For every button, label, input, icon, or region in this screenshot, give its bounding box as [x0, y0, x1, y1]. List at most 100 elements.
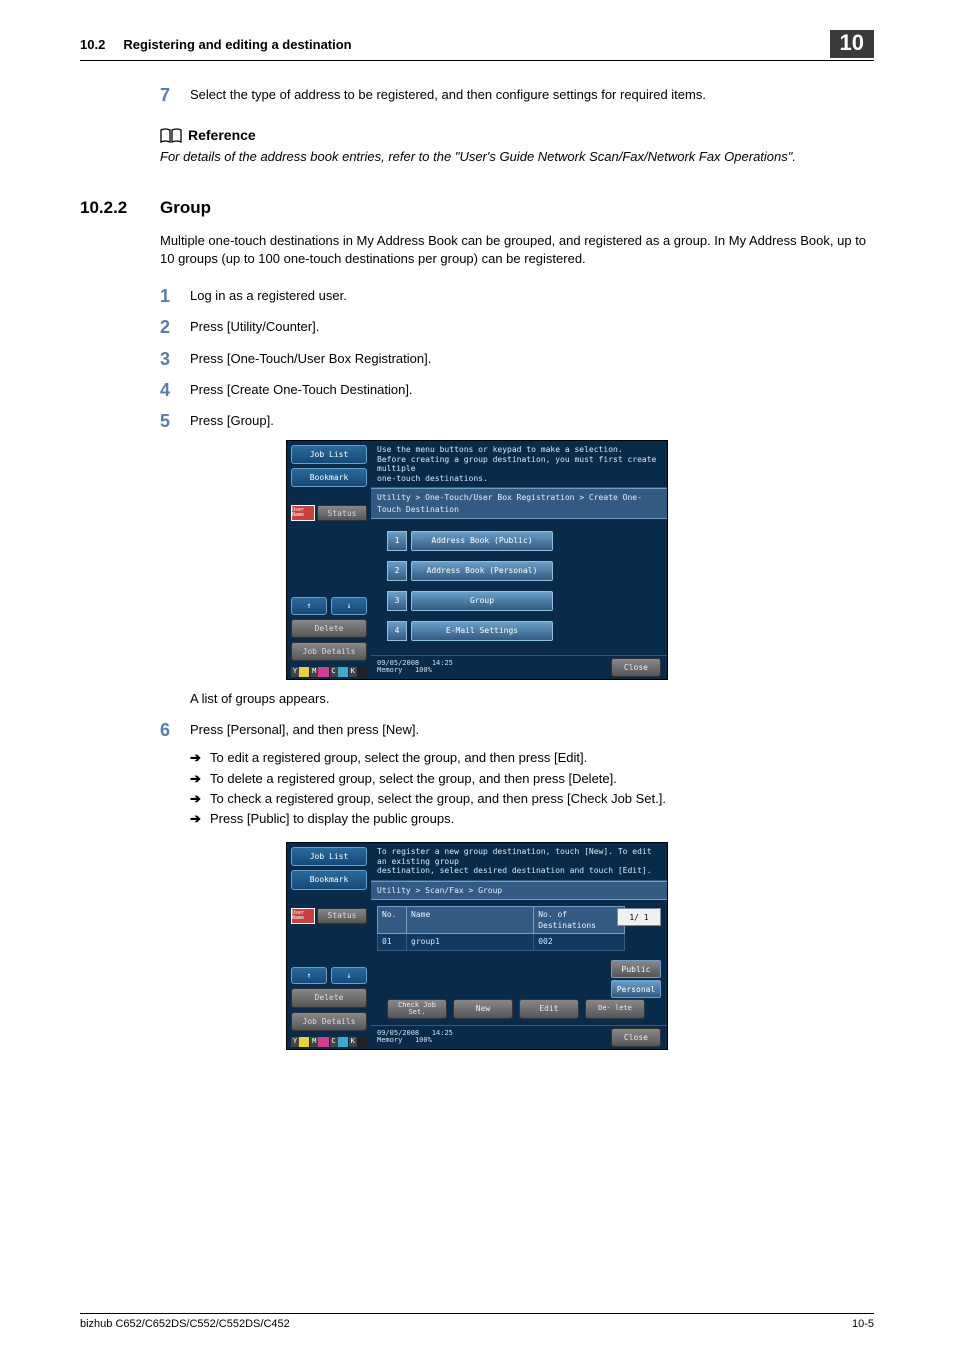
- panel-message: Use the menu buttons or keypad to make a…: [371, 441, 667, 488]
- step-text: Press [Create One-Touch Destination].: [190, 378, 413, 403]
- address-book-public-button[interactable]: Address Book (Public): [411, 531, 553, 551]
- cell-name: group1: [407, 934, 534, 949]
- step-4: 4 Press [Create One-Touch Destination].: [160, 378, 874, 403]
- new-button[interactable]: New: [453, 999, 513, 1019]
- step-text: Press [One-Touch/User Box Registration].: [190, 347, 431, 372]
- footer-left: bizhub C652/C652DS/C552/C552DS/C452: [80, 1318, 290, 1330]
- chapter-tab: 10: [830, 30, 874, 58]
- step-text: Press [Utility/Counter].: [190, 315, 319, 340]
- toner-c: C: [330, 1037, 338, 1047]
- col-dest: No. of Destinations: [534, 907, 624, 933]
- toner-y: Y: [291, 667, 299, 677]
- book-icon: [160, 128, 182, 144]
- after-step5-text: A list of groups appears.: [190, 690, 874, 708]
- page-footer: bizhub C652/C652DS/C552/C552DS/C452 10-5: [80, 1313, 874, 1330]
- step-number: 7: [160, 83, 190, 108]
- user-name-icon: User Name: [291, 908, 315, 924]
- delete-button[interactable]: Delete: [291, 619, 367, 638]
- toner-k: K: [349, 667, 357, 677]
- step-7: 7 Select the type of address to be regis…: [160, 83, 874, 108]
- memory-label: Memory: [377, 666, 402, 674]
- job-list-tab[interactable]: Job List: [291, 847, 367, 866]
- datetime-block: 09/05/2008 14:25 Memory 100%: [377, 660, 453, 675]
- toner-y: Y: [291, 1037, 299, 1047]
- sub-item: To check a registered group, select the …: [210, 790, 666, 808]
- menu-num-2: 2: [387, 561, 407, 581]
- reference-block: Reference For details of the address boo…: [160, 126, 874, 166]
- toner-m: M: [310, 667, 318, 677]
- step-number: 6: [160, 718, 190, 743]
- screenshot-group-list: Job List Bookmark User Name Status ↑ ↓ D…: [286, 842, 668, 1050]
- col-no: No.: [378, 907, 407, 933]
- delete-button[interactable]: Delete: [291, 988, 367, 1007]
- step-text: Select the type of address to be registe…: [190, 83, 706, 108]
- toner-k: K: [349, 1037, 357, 1047]
- address-book-personal-button[interactable]: Address Book (Personal): [411, 561, 553, 581]
- group-button[interactable]: Group: [411, 591, 553, 611]
- close-button[interactable]: Close: [611, 658, 661, 677]
- sub-item: To edit a registered group, select the g…: [210, 749, 587, 767]
- personal-toggle[interactable]: Personal: [611, 980, 661, 998]
- col-name: Name: [407, 907, 534, 933]
- reference-label: Reference: [188, 126, 256, 146]
- step-6: 6 Press [Personal], and then press [New]…: [160, 718, 874, 743]
- section-number: 10.2.2: [80, 196, 160, 220]
- step-number: 2: [160, 315, 190, 340]
- section-intro: Multiple one-touch destinations in My Ad…: [160, 232, 874, 268]
- check-job-set-button[interactable]: Check Job Set.: [387, 999, 447, 1019]
- toner-m: M: [310, 1037, 318, 1047]
- bookmark-tab[interactable]: Bookmark: [291, 468, 367, 487]
- time-value: 14:25: [432, 659, 453, 667]
- section-heading: 10.2.2 Group: [80, 196, 874, 220]
- delete-group-button[interactable]: De- lete: [585, 999, 645, 1019]
- step-text: Press [Group].: [190, 409, 274, 434]
- table-row[interactable]: 01 group1 002: [377, 934, 625, 950]
- footer-right: 10-5: [852, 1318, 874, 1330]
- header-title: 10.2 Registering and editing a destinati…: [80, 37, 352, 52]
- memory-label: Memory: [377, 1036, 402, 1044]
- step-number: 4: [160, 378, 190, 403]
- toner-levels: Y M C K: [291, 1037, 367, 1047]
- sub-item: Press [Public] to display the public gro…: [210, 810, 454, 828]
- sub-item: To delete a registered group, select the…: [210, 770, 617, 788]
- time-value: 14:25: [432, 1029, 453, 1037]
- down-arrow-button[interactable]: ↓: [331, 597, 367, 614]
- table-header: No. Name No. of Destinations: [377, 906, 625, 934]
- header-sec-title: Registering and editing a destination: [123, 37, 351, 52]
- panel-message: To register a new group destination, tou…: [371, 843, 667, 881]
- status-button[interactable]: Status: [317, 908, 367, 924]
- step-3: 3 Press [One-Touch/User Box Registration…: [160, 347, 874, 372]
- close-button[interactable]: Close: [611, 1028, 661, 1047]
- step-number: 3: [160, 347, 190, 372]
- up-arrow-button[interactable]: ↑: [291, 597, 327, 614]
- breadcrumb: Utility > Scan/Fax > Group: [371, 881, 667, 900]
- arrow-icon: ➔: [190, 810, 210, 828]
- menu-num-1: 1: [387, 531, 407, 551]
- status-button[interactable]: Status: [317, 505, 367, 521]
- up-arrow-button[interactable]: ↑: [291, 967, 327, 984]
- reference-body: For details of the address book entries,…: [160, 148, 874, 166]
- toner-c: C: [330, 667, 338, 677]
- header-sec-num: 10.2: [80, 37, 105, 52]
- step-number: 5: [160, 409, 190, 434]
- memory-pct: 100%: [415, 666, 432, 674]
- email-settings-button[interactable]: E-Mail Settings: [411, 621, 553, 641]
- job-details-button[interactable]: Job Details: [291, 642, 367, 661]
- page-header: 10.2 Registering and editing a destinati…: [80, 30, 874, 61]
- job-list-tab[interactable]: Job List: [291, 445, 367, 464]
- bookmark-tab[interactable]: Bookmark: [291, 870, 367, 889]
- edit-button[interactable]: Edit: [519, 999, 579, 1019]
- step-2: 2 Press [Utility/Counter].: [160, 315, 874, 340]
- down-arrow-button[interactable]: ↓: [331, 967, 367, 984]
- datetime-block: 09/05/2008 14:25 Memory 100%: [377, 1030, 453, 1045]
- cell-dest: 002: [534, 934, 624, 949]
- job-details-button[interactable]: Job Details: [291, 1012, 367, 1031]
- menu-num-3: 3: [387, 591, 407, 611]
- arrow-icon: ➔: [190, 790, 210, 808]
- menu-num-4: 4: [387, 621, 407, 641]
- step-6-sublist: ➔To edit a registered group, select the …: [190, 749, 874, 828]
- page-indicator: 1/ 1: [617, 908, 661, 926]
- breadcrumb: Utility > One-Touch/User Box Registratio…: [371, 488, 667, 518]
- arrow-icon: ➔: [190, 770, 210, 788]
- public-toggle[interactable]: Public: [611, 960, 661, 978]
